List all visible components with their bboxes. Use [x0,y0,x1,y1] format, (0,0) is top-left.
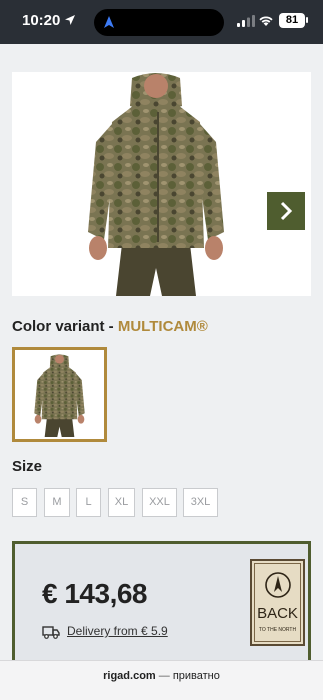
private-mode-label: приватно [172,670,220,682]
dynamic-island [94,9,224,36]
battery-indicator: 81 [279,13,305,28]
size-option-s[interactable]: S [12,488,37,517]
url-separator: — [155,670,173,682]
back-to-the-north-badge[interactable]: BACK TO THE NORTH [250,559,305,646]
product-photo [88,73,224,296]
color-variant-value: MULTICAM® [117,318,208,335]
product-price: € 143,68 [42,578,148,609]
color-variant-label: Color variant - [12,318,118,335]
status-time: 10:20 [22,12,61,29]
compass-icon [265,572,291,598]
size-heading: Size [12,458,43,475]
navigation-icon [104,16,114,28]
battery-tip [306,17,308,23]
url-display[interactable]: rigad.com — приватно [0,670,323,682]
wifi-icon [259,16,273,26]
badge-back-text: BACK [257,605,298,622]
size-option-3xl[interactable]: 3XL [183,488,218,517]
next-image-button[interactable] [267,192,305,230]
size-option-m[interactable]: M [44,488,70,517]
size-option-xxl[interactable]: XXL [142,488,177,517]
badge-subtitle: TO THE NORTH [258,627,297,633]
size-option-l[interactable]: L [76,488,101,517]
status-bar: 10:20 81 [0,0,323,44]
location-arrow-icon [65,15,75,25]
browser-address-bar[interactable]: rigad.com — приватно [0,660,323,700]
delivery-info-link[interactable]: Delivery from € 5.9 [67,624,168,638]
delivery-truck-icon [42,626,60,639]
page-content: Color variant - MULTICAM® Size S M L XL … [0,44,323,660]
url-domain: rigad.com [103,670,156,682]
cellular-signal-icon [237,15,255,27]
chevron-right-icon [280,201,293,221]
size-option-xl[interactable]: XL [108,488,135,517]
color-variant-heading: Color variant - MULTICAM® [12,318,208,335]
product-gallery[interactable] [12,72,311,296]
variant-thumbnail-image [34,354,85,437]
color-swatch-multicam[interactable] [12,347,107,442]
